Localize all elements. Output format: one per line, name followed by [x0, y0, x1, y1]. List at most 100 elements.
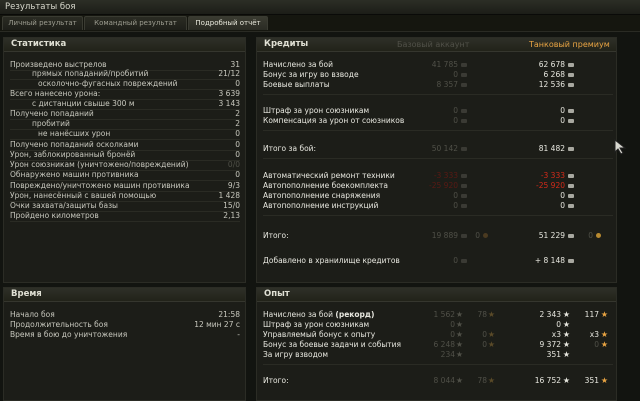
credits-label: Боевые выплаты	[263, 80, 330, 89]
credits-basic-value: 0	[453, 116, 458, 125]
exp-premium-value: 16 752	[534, 376, 561, 385]
time-label: Продолжительность боя	[10, 320, 108, 329]
experience-row: Штраф за урон союзникам 0 ★ 0 ★	[263, 320, 613, 330]
stat-value: 15/0	[223, 201, 240, 210]
credit-coin-icon	[568, 83, 574, 87]
free-exp-premium-value: 0	[594, 340, 599, 349]
experience-label-text: За игру взводом	[263, 350, 329, 359]
gold-premium-value: 0	[588, 231, 593, 240]
experience-label-text: Итого:	[263, 376, 289, 385]
credits-premium-value: 0	[560, 191, 565, 200]
credits-label: Итого за бой:	[263, 144, 317, 153]
experience-label-text: Штраф за урон союзникам	[263, 320, 370, 329]
stat-label: Урон, нанесённый с вашей помощью	[10, 191, 157, 200]
credits-separator	[263, 94, 613, 95]
stat-row: Урон, нанесённый с вашей помощью 1 428	[10, 191, 240, 201]
stat-label: Получено попаданий осколками	[10, 140, 139, 149]
credits-label: Автопополнение инструкций	[263, 201, 379, 210]
stat-row: прямых попаданий/пробитий 21/12	[10, 69, 240, 79]
exp-premium-value: 9 372	[539, 340, 561, 349]
credit-coin-icon	[568, 174, 574, 178]
credit-coin-icon	[461, 184, 467, 188]
credit-coin-icon	[461, 147, 467, 151]
gold-coin-icon	[596, 233, 601, 238]
tab-team-result[interactable]: Командный результат	[84, 16, 187, 30]
star-icon: ★	[562, 340, 570, 349]
exp-basic-value: 6 248	[433, 340, 455, 349]
credits-label: Итого:	[263, 231, 289, 240]
time-value: -	[237, 330, 240, 339]
stat-label: осколочно-фугасных повреждений	[38, 79, 178, 88]
credits-basic-value: 0	[453, 70, 458, 79]
stat-value: 0	[235, 150, 240, 159]
stat-row: пробитий 2	[10, 119, 240, 129]
credit-coin-icon	[461, 194, 467, 198]
exp-basic-value: 1 562	[433, 310, 455, 319]
gold-coin-icon	[483, 233, 488, 238]
credit-coin-icon	[568, 194, 574, 198]
experience-label-text: Бонус за боевые задачи и события	[263, 340, 402, 349]
star-icon: ★	[455, 320, 463, 329]
tab-personal-result[interactable]: Личный результат	[2, 16, 83, 30]
star-icon: ★	[562, 320, 570, 329]
credits-row: Итого за бой: 50 142 81 482	[263, 144, 613, 154]
credit-coin-icon	[461, 204, 467, 208]
credit-coin-icon	[568, 119, 574, 123]
credits-row: Боевые выплаты 8 357 12 536	[263, 80, 613, 90]
exp-premium-value: 0	[556, 320, 561, 329]
credit-coin-icon	[461, 259, 467, 263]
credit-coin-icon	[461, 109, 467, 113]
experience-label: Управляемый бонус к опыту	[263, 330, 375, 340]
credits-premium-value: 0	[560, 106, 565, 115]
star-icon: ★	[562, 376, 570, 385]
credit-coin-icon	[461, 63, 467, 67]
stat-label: пробитий	[32, 119, 70, 128]
star-icon: ★	[562, 330, 570, 339]
credit-coin-icon	[461, 234, 467, 238]
stat-row: с дистанции свыше 300 м 3 143	[10, 99, 240, 109]
experience-label: За игру взводом	[263, 350, 328, 360]
experience-label: Итого:	[263, 376, 289, 386]
credits-row: Автопополнение снаряжения 0 0	[263, 191, 613, 201]
credits-basic-value: 0	[453, 191, 458, 200]
star-icon: ★	[455, 310, 463, 319]
star-icon: ★	[562, 350, 570, 359]
time-value: 21:58	[218, 310, 240, 319]
free-exp-star-icon: ★	[487, 310, 495, 319]
record-marker: (рекорд)	[335, 310, 375, 319]
tab-detailed-report[interactable]: Подробный отчёт	[188, 16, 268, 30]
credit-coin-icon	[461, 73, 467, 77]
credits-premium-value: 62 678	[538, 60, 565, 69]
free-exp-premium-value: 351	[584, 376, 599, 385]
stat-value: 9/3	[227, 181, 240, 190]
time-row: Начало боя 21:58	[10, 310, 240, 320]
credit-coin-icon	[461, 174, 467, 178]
free-exp-star-icon: ★	[487, 376, 495, 385]
credits-separator	[263, 158, 613, 159]
exp-basic-value: 0	[450, 320, 455, 329]
stat-label: Пройдено километров	[10, 211, 99, 220]
star-icon: ★	[455, 350, 463, 359]
stat-separator	[10, 221, 240, 222]
credits-row: Бонус за игру во взводе 0 6 268	[263, 70, 613, 80]
credits-row: Добавлено в хранилище кредитов 0 + 8 148	[263, 256, 613, 266]
experience-title: Опыт	[264, 289, 290, 299]
credit-coin-icon	[568, 184, 574, 188]
tab-bar: Личный результат Командный результат Под…	[0, 15, 640, 32]
credits-row: Автоматический ремонт техники -3 333 -3 33…	[263, 171, 613, 181]
free-exp-basic-value: 78	[477, 310, 487, 319]
stat-label: Получено попаданий	[10, 109, 94, 118]
free-exp-premium-value: x3	[589, 330, 599, 339]
credit-coin-icon	[568, 73, 574, 77]
statistics-panel: Статистика Произведено выстрелов 31 прямых…	[3, 37, 246, 283]
stat-label: не нанёсших урон	[38, 129, 111, 138]
free-exp-star-icon: ★	[600, 330, 608, 339]
time-label: Начало боя	[10, 310, 55, 319]
credits-label: Автопополнение боекомплекта	[263, 181, 388, 190]
credit-coin-icon	[568, 63, 574, 67]
stat-row: Обнаружено машин противника 0	[10, 170, 240, 180]
experience-row: Управляемый бонус к опыту 0 ★ 0 ★ x3 ★ x3 ★	[263, 330, 613, 340]
stat-row: не нанёсших урон 0	[10, 129, 240, 139]
credits-panel: Кредиты Базовый аккаунт Танковый премиум…	[256, 37, 617, 283]
star-icon: ★	[455, 330, 463, 339]
